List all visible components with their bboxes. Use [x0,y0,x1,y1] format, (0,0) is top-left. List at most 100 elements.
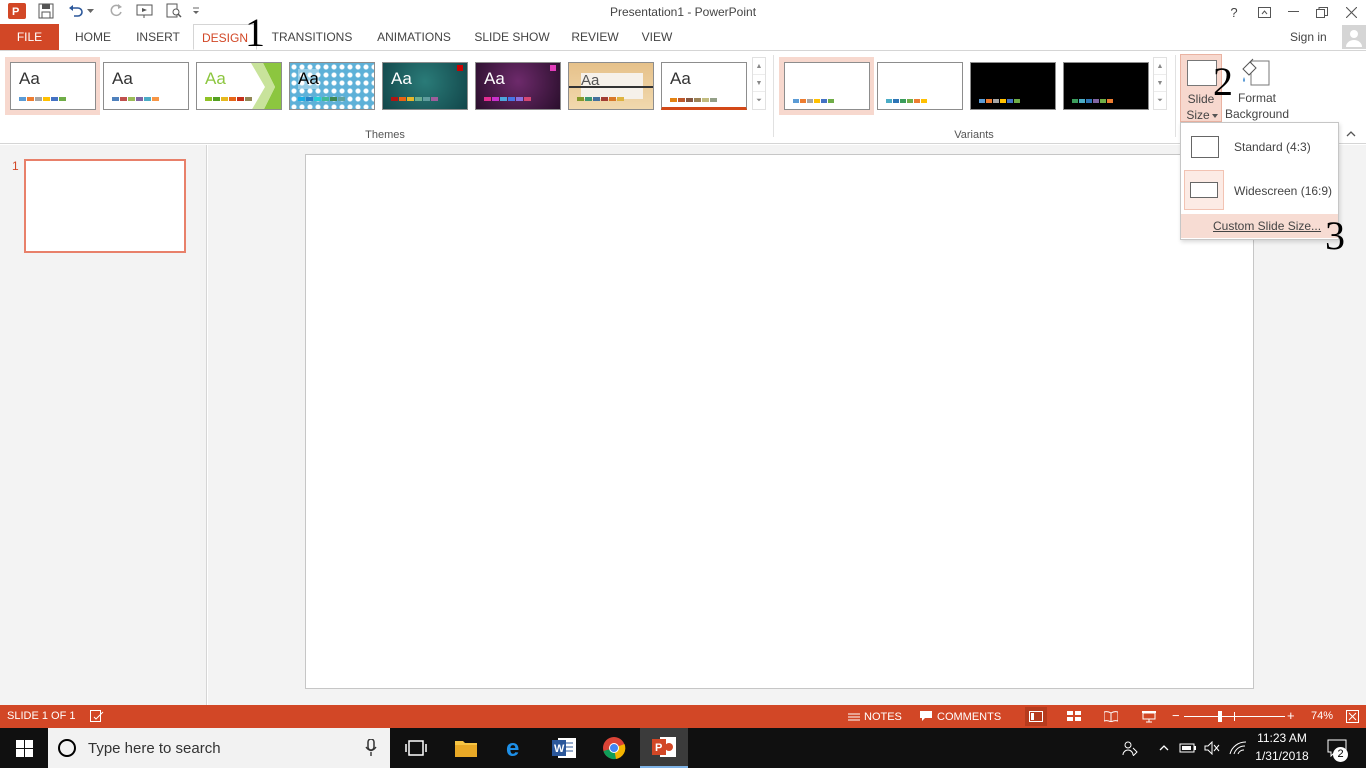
theme-facet[interactable]: Aa [196,62,282,110]
notes-button[interactable]: NOTES [848,705,902,728]
minimize-icon[interactable] [1279,0,1307,24]
word-app-icon[interactable]: W [540,728,588,768]
show-hidden-icons-icon[interactable] [1155,728,1173,768]
theme-sample-text: Aa [670,69,691,88]
zoom-out-button[interactable]: − [1172,708,1180,723]
gallery-up-icon[interactable]: ▲ [753,58,765,75]
tab-home[interactable]: HOME [66,24,120,50]
ribbon-tabs: FILE HOME INSERT DESIGN TRANSITIONS ANIM… [0,24,1366,50]
format-background-icon [1241,57,1273,87]
gallery-more-icon[interactable]: ⏷ [753,92,765,109]
format-background-button[interactable]: Format Background [1223,54,1291,122]
themes-gallery-scroll: ▲ ▼ ⏷ [752,57,766,110]
variant-4[interactable] [1063,62,1149,110]
comments-label: COMMENTS [937,710,1002,723]
people-icon[interactable] [1118,728,1142,768]
zoom-slider-midmark [1234,712,1235,721]
slide-thumbnail-pane: 1 [0,145,207,705]
gallery-down-icon[interactable]: ▼ [753,75,765,92]
file-explorer-icon[interactable] [442,728,490,768]
ribbon-design: Aa Aa Aa Aa Aa Aa Aa Aa ▲ ▼ ⏷ Themes ▲ ▼… [0,50,1366,144]
comments-icon [920,711,932,721]
restore-icon[interactable] [1308,0,1336,24]
task-view-icon[interactable] [392,728,440,768]
variant-3[interactable] [970,62,1056,110]
tab-file[interactable]: FILE [0,24,59,50]
slide-thumbnail[interactable] [24,159,186,253]
chrome-browser-icon[interactable] [590,728,638,768]
edge-browser-icon[interactable]: e [492,728,540,768]
status-bar: SLIDE 1 OF 1 NOTES COMMENTS − + 74% [0,705,1366,728]
menu-item-custom-slide-size[interactable]: Custom Slide Size... [1181,214,1338,238]
tab-view[interactable]: VIEW [636,24,678,50]
slide-show-view-icon[interactable] [1138,707,1160,726]
annotation-step-2: 2 [1213,59,1233,104]
notes-icon [848,713,860,720]
variant-2[interactable] [877,62,963,110]
widescreen-size-icon [1190,182,1218,198]
window-title: Presentation1 - PowerPoint [609,5,757,19]
theme-office-2[interactable]: Aa [103,62,189,110]
format-background-label-2: Background [1224,107,1290,121]
annotation-step-1: 1 [245,10,265,55]
annotation-step-3: 3 [1325,213,1345,258]
theme-sample-text: Aa [112,69,133,88]
fit-to-window-icon[interactable] [1344,709,1360,724]
menu-item-standard[interactable]: Standard (4:3) [1181,125,1338,167]
zoom-slider-thumb[interactable] [1218,711,1222,722]
variants-group-label: Variants [954,129,994,141]
widescreen-label: Widescreen (16:9) [1234,184,1333,198]
slide-count: SLIDE 1 OF 1 [7,710,76,722]
microphone-icon[interactable] [365,739,377,757]
slide-canvas[interactable] [305,154,1254,689]
notification-count-badge: 2 [1333,747,1348,762]
variants-down-icon[interactable]: ▼ [1154,75,1166,92]
custom-slide-size-label: Custom Slide Size... [1213,219,1322,233]
zoom-level[interactable]: 74% [1311,710,1333,722]
zoom-in-button[interactable]: + [1287,708,1295,723]
windows-start-icon[interactable] [0,728,48,768]
theme-integral[interactable]: Aa [289,62,375,110]
standard-label: Standard (4:3) [1234,140,1311,154]
slide-size-menu: Standard (4:3) Widescreen (16:9) Custom … [1180,122,1339,240]
theme-sample-text: Aa [19,69,40,88]
close-icon[interactable] [1337,0,1365,24]
theme-ion-boardroom[interactable]: Aa [475,62,561,110]
taskbar-search-box[interactable]: Type here to search [48,728,390,768]
tab-animations[interactable]: ANIMATIONS [370,24,458,50]
theme-office[interactable]: Aa [10,62,96,110]
theme-retrospect[interactable]: Aa [661,62,747,110]
powerpoint-taskbar-icon[interactable]: P [640,728,688,768]
themes-group-label: Themes [365,129,405,141]
title-bar: P Presentation1 - PowerPoint ? [0,0,1366,24]
slide-sorter-icon[interactable] [1063,707,1085,726]
group-separator [773,55,774,137]
theme-ion[interactable]: Aa [382,62,468,110]
menu-item-widescreen[interactable]: Widescreen (16:9) [1181,169,1338,211]
variants-more-icon[interactable]: ⏷ [1154,92,1166,109]
comments-button[interactable]: COMMENTS [920,705,1001,728]
spell-check-icon[interactable] [89,709,105,723]
reading-view-icon[interactable] [1100,707,1122,726]
volume-muted-icon[interactable] [1202,728,1222,768]
tab-insert[interactable]: INSERT [131,24,185,50]
svg-text:e: e [506,737,519,759]
account-avatar-icon[interactable] [1342,25,1366,49]
theme-sample-text: Aa [484,69,505,88]
help-button[interactable]: ? [1220,0,1248,24]
battery-icon[interactable] [1178,728,1198,768]
tab-review[interactable]: REVIEW [568,24,622,50]
collapse-ribbon-icon[interactable] [1344,128,1358,140]
clock-date[interactable]: 1/31/2018 [1252,749,1312,763]
svg-text:W: W [554,743,565,755]
tab-slide-show[interactable]: SLIDE SHOW [472,24,552,50]
tab-transitions[interactable]: TRANSITIONS [269,24,355,50]
theme-organic[interactable]: Aa [568,62,654,110]
wifi-icon[interactable] [1227,728,1249,768]
clock-time[interactable]: 11:23 AM [1252,731,1312,745]
sign-in-link[interactable]: Sign in [1290,24,1327,50]
variant-1[interactable] [784,62,870,110]
ribbon-display-options-icon[interactable] [1250,0,1278,24]
normal-view-icon[interactable] [1025,707,1047,726]
variants-up-icon[interactable]: ▲ [1154,58,1166,75]
